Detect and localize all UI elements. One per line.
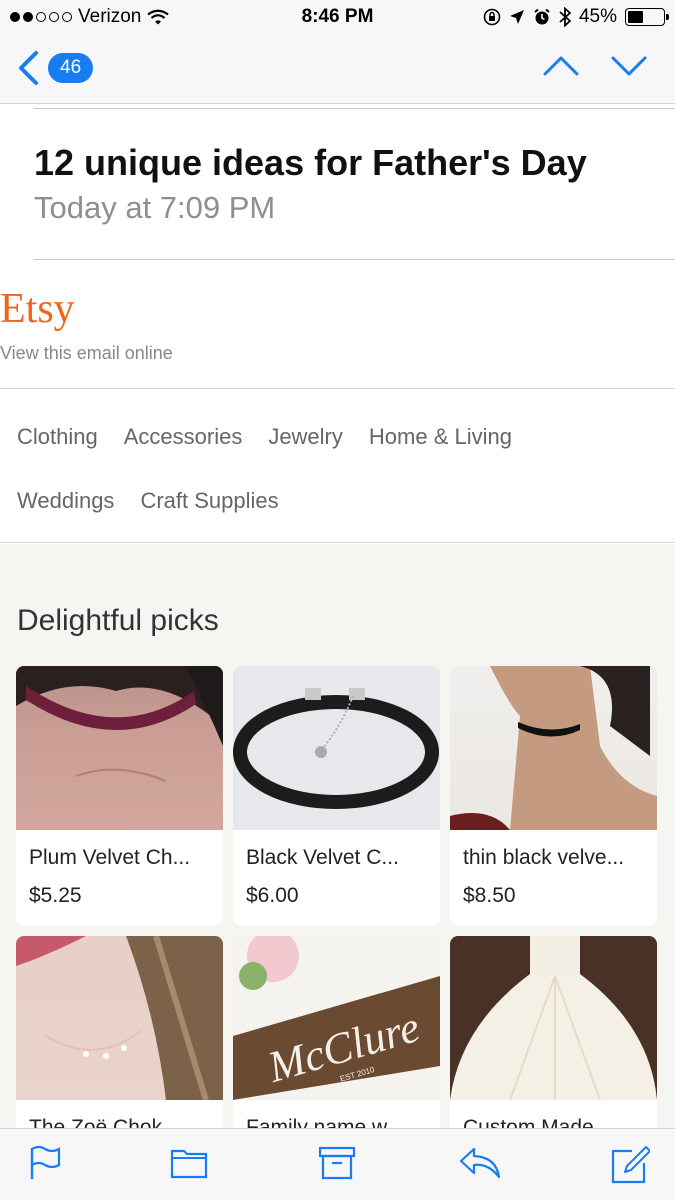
folder-icon[interactable]	[170, 1145, 208, 1179]
category-link-clothing[interactable]: Clothing	[17, 424, 98, 450]
etsy-header: Etsy View this email online	[0, 261, 675, 389]
product-card[interactable]: Custom Made ...	[450, 936, 657, 1128]
product-image	[16, 936, 223, 1100]
battery-percent: 45%	[578, 6, 617, 27]
divider	[34, 108, 675, 109]
email-date: Today at 7:09 PM	[34, 190, 276, 225]
product-title: thin black velve...	[463, 846, 625, 869]
product-price: $6.00	[246, 884, 299, 907]
product-title: Black Velvet C...	[246, 846, 399, 869]
location-arrow-icon	[509, 10, 524, 24]
delightful-picks-section: Delightful picks Plum Velvet Ch... $5.25…	[0, 544, 675, 1128]
back-button[interactable]: 46	[16, 50, 94, 86]
product-image	[16, 666, 223, 830]
bottom-toolbar	[0, 1128, 675, 1200]
compose-icon[interactable]	[610, 1145, 650, 1185]
back-chevron-icon	[19, 51, 38, 85]
section-title: Delightful picks	[17, 604, 219, 637]
product-card[interactable]: Black Velvet C... $6.00	[233, 666, 440, 926]
product-title: Family name w...	[246, 1116, 404, 1128]
email-header: 12 unique ideas for Father's Day Today a…	[0, 104, 675, 260]
view-online-link[interactable]: View this email online	[0, 343, 173, 364]
product-title: Custom Made ...	[463, 1116, 618, 1128]
category-nav: Clothing Accessories Jewelry Home & Livi…	[0, 390, 675, 543]
product-image	[233, 666, 440, 830]
divider	[34, 259, 675, 260]
category-row: Weddings Craft Supplies	[17, 488, 279, 514]
category-link-craft-supplies[interactable]: Craft Supplies	[140, 488, 278, 514]
bluetooth-icon	[559, 7, 571, 27]
alarm-icon	[534, 8, 550, 25]
product-price: $5.25	[29, 884, 82, 907]
message-navigation	[543, 52, 647, 80]
product-card[interactable]: thin black velve... $8.50	[450, 666, 657, 926]
product-card[interactable]: McClure EST 2010 Family name w...	[233, 936, 440, 1128]
etsy-logo[interactable]: Etsy	[0, 285, 75, 333]
unread-count-badge: 46	[48, 53, 94, 83]
previous-message-icon[interactable]	[543, 52, 579, 80]
product-card[interactable]: Plum Velvet Ch... $5.25	[16, 666, 223, 926]
product-card[interactable]: The Zoë Chok...	[16, 936, 223, 1128]
flag-icon[interactable]	[28, 1145, 62, 1181]
product-price: $8.50	[463, 884, 516, 907]
battery-icon	[625, 8, 669, 26]
status-bar: Verizon 8:46 PM 45%	[0, 0, 675, 38]
category-link-accessories[interactable]: Accessories	[124, 424, 243, 450]
product-title: Plum Velvet Ch...	[29, 846, 191, 869]
product-image	[450, 666, 657, 830]
orientation-lock-icon	[483, 8, 501, 26]
next-message-icon[interactable]	[611, 52, 647, 80]
category-link-weddings[interactable]: Weddings	[17, 488, 114, 514]
archive-icon[interactable]	[318, 1145, 356, 1181]
mail-navigation-bar: 46	[0, 38, 675, 104]
product-image: McClure EST 2010	[233, 936, 440, 1100]
reply-icon[interactable]	[458, 1145, 502, 1181]
product-image	[450, 936, 657, 1100]
email-subject: 12 unique ideas for Father's Day	[34, 142, 587, 183]
category-link-jewelry[interactable]: Jewelry	[268, 424, 343, 450]
category-link-home-living[interactable]: Home & Living	[369, 424, 512, 450]
product-title: The Zoë Chok...	[29, 1116, 180, 1128]
category-row: Clothing Accessories Jewelry Home & Livi…	[17, 424, 512, 450]
status-right: 45%	[483, 6, 669, 28]
